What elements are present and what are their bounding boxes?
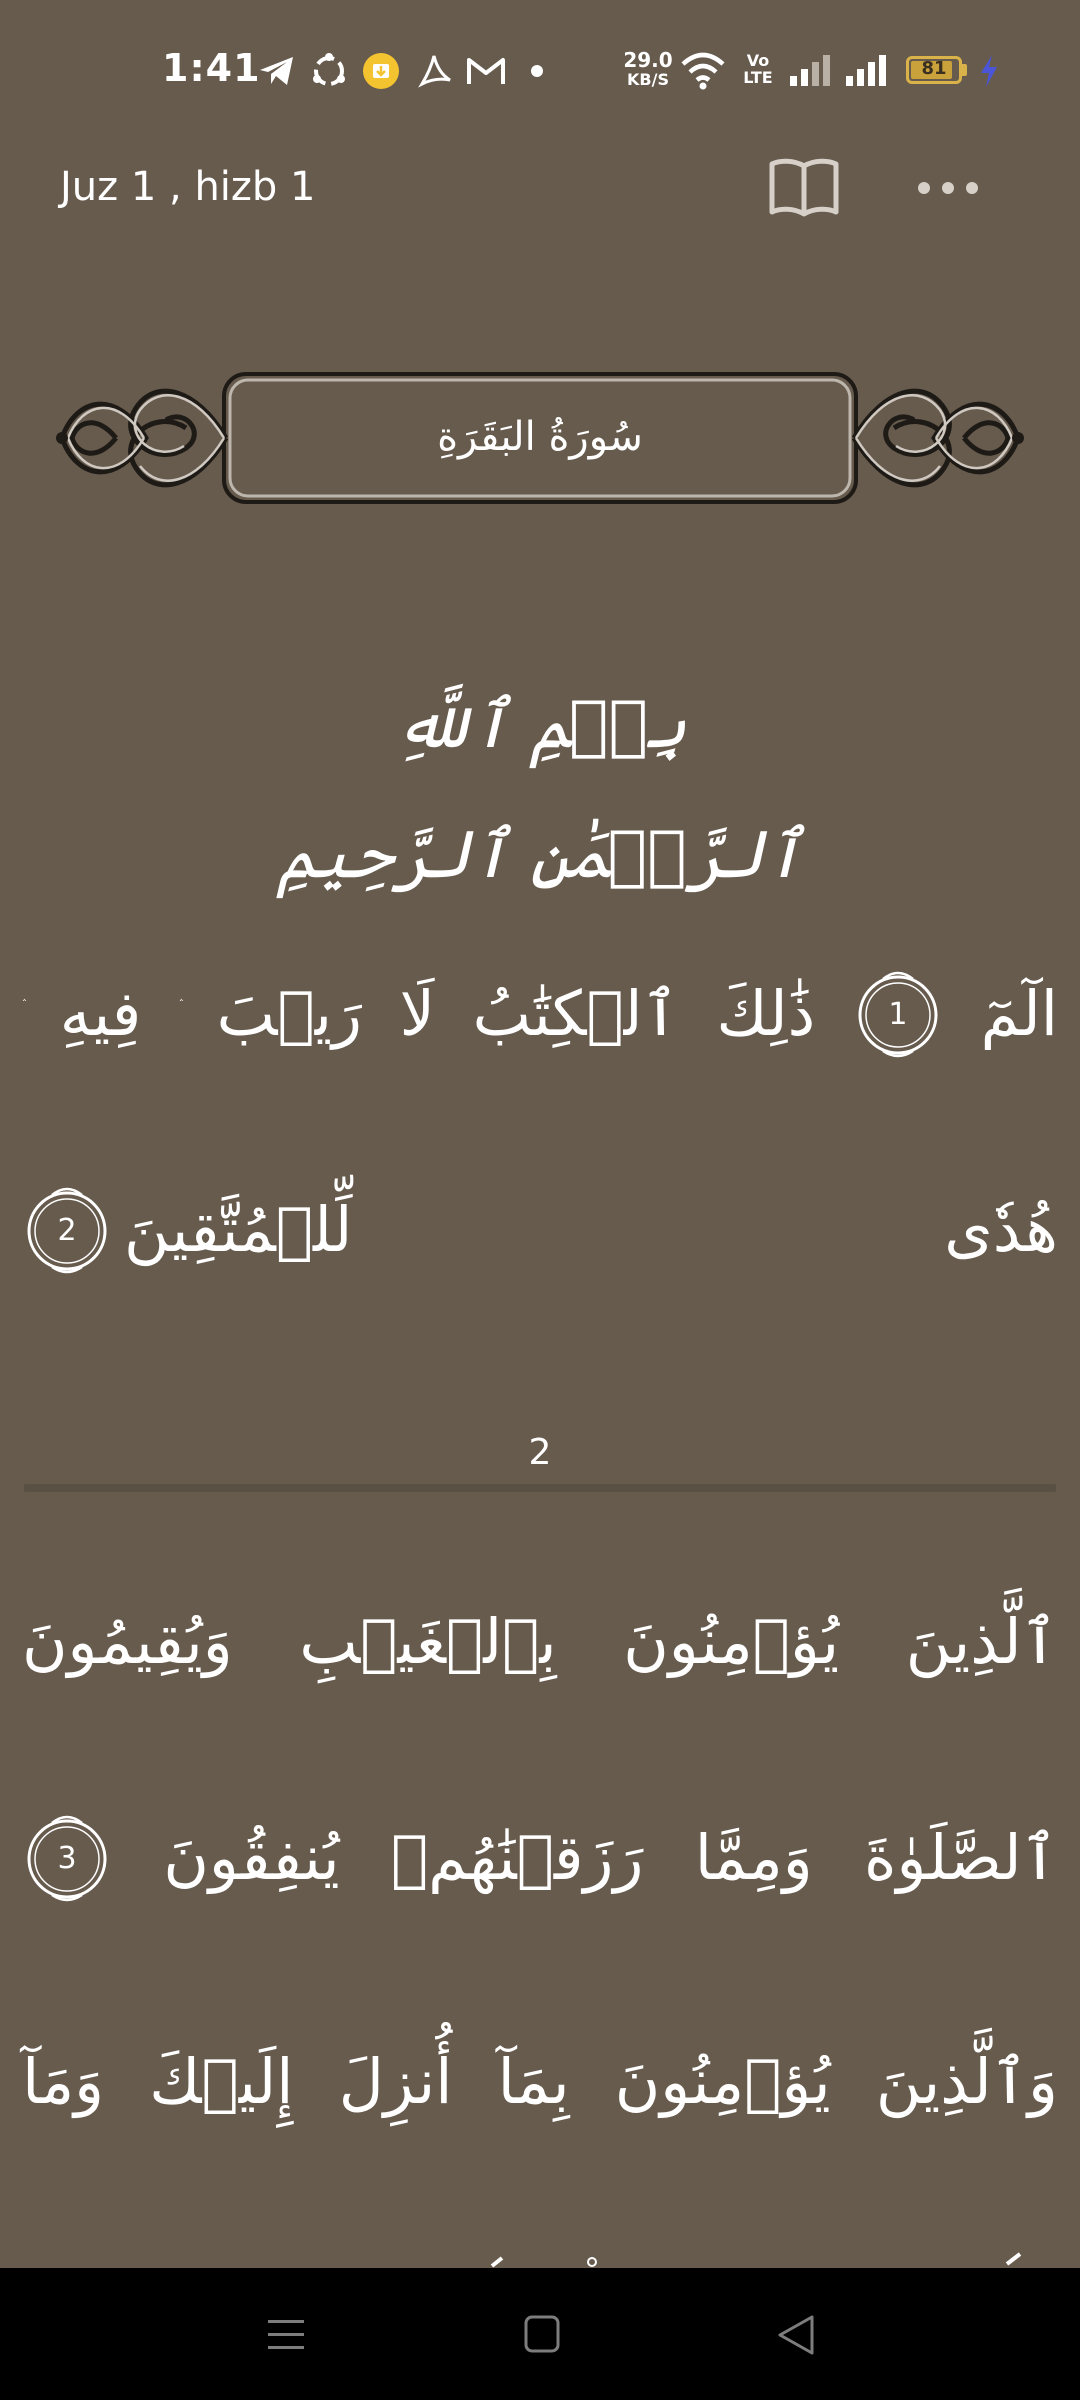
verse-word[interactable]: ٱلصَّلَوٰةَ — [864, 1821, 1058, 1894]
juz-hizb-title: Juz 1 , hizb 1 — [60, 164, 316, 210]
dot-icon — [531, 65, 543, 77]
ayah-number: 2 — [57, 1212, 77, 1248]
charging-icon — [981, 55, 997, 87]
battery-indicator: 81 — [906, 56, 962, 84]
verse-word[interactable]: وَٱلَّذِينَ — [876, 2045, 1058, 2118]
more-horizontal-icon — [918, 182, 978, 194]
verse-word[interactable]: أُنزِلَ — [339, 2045, 453, 2118]
verse-word[interactable]: بِٱلۡغَيۡبِ — [299, 1605, 556, 1678]
surah-name: سُورَةُ البَقَرَةِ — [437, 414, 643, 460]
battery-tip — [962, 64, 967, 76]
verse-line: ٱلصَّلَوٰةَ وَمِمَّا رَزَقۡنَٰهُمۡ يُنفِ… — [22, 1802, 1058, 1912]
verse-line: ٱلَّذِينَ يُؤۡمِنُونَ بِٱلۡغَيۡبِ وَيُقِ… — [22, 1586, 1058, 1696]
verse-line: وَٱلَّذِينَ يُؤۡمِنُونَ بِمَآ أُنزِلَ إِ… — [22, 2026, 1058, 2136]
ayah-end-marker[interactable]: 3 — [22, 1807, 112, 1907]
status-time: 1:41 — [162, 46, 261, 90]
more-options-button[interactable] — [910, 166, 986, 210]
volte-indicator: Vo LTE — [743, 51, 773, 87]
verse-word[interactable]: وَيُقِيمُونَ — [22, 1605, 233, 1678]
signal-icon — [790, 55, 830, 86]
partial-diacritics — [490, 2252, 1022, 2268]
network-speed: 29.0 KB/S — [622, 50, 674, 90]
verse-word[interactable]: بِمَآ — [498, 2045, 570, 2118]
back-button[interactable] — [758, 2300, 838, 2370]
verse-line: هُدٗى لِّلۡمُتَّقِينَ 2 — [22, 1174, 1058, 1284]
home-button[interactable] — [502, 2300, 582, 2370]
verse-word[interactable]: وَمِمَّا — [695, 1821, 813, 1894]
basmala-calligraphy: بِسۡمِ ٱللَّهِ ٱلرَّحۡمَٰنِ ٱلرَّحِيمِ — [277, 686, 803, 893]
gmail-icon — [467, 58, 505, 84]
net-speed-value: 29.0 — [623, 48, 673, 72]
verse-word[interactable]: لَا — [400, 977, 435, 1050]
verse-word[interactable]: ذَٰلِكَ — [717, 977, 816, 1050]
sync-icon — [313, 53, 345, 86]
menu-icon — [268, 2320, 304, 2349]
telegram-icon — [260, 57, 293, 85]
home-icon — [524, 2315, 560, 2353]
system-navigation-bar — [0, 2268, 1080, 2400]
ayah-end-marker[interactable]: 1 — [853, 963, 943, 1063]
verse-word[interactable]: الٓمٓ — [981, 977, 1058, 1050]
verse-word[interactable]: ٱلَّذِينَ — [906, 1605, 1058, 1678]
net-speed-unit: KB/S — [627, 70, 669, 89]
verse-word[interactable]: يُؤۡمِنُونَ — [615, 2045, 831, 2118]
verse-word[interactable]: لِّلۡمُتَّقِينَ — [124, 1193, 352, 1266]
verse-line: الٓمٓ 1 ذَٰلِكَ ٱلۡكِتَٰبُ لَا رَيۡبَ ۛ … — [22, 958, 1058, 1068]
status-bar: 1:41 29.0 KB/S Vo LTE 81 — [0, 0, 1080, 140]
ayah-end-marker[interactable]: 2 — [22, 1179, 112, 1279]
bookmark-index-button[interactable] — [766, 156, 842, 220]
open-book-icon — [769, 158, 839, 217]
ayah-number: 3 — [57, 1840, 77, 1876]
recent-apps-button[interactable] — [246, 2300, 326, 2370]
verse-word[interactable]: يُؤۡمِنُونَ — [623, 1605, 839, 1678]
page-divider — [24, 1484, 1056, 1492]
ayah-number: 1 — [888, 996, 908, 1032]
download-badge-icon — [363, 53, 399, 89]
verse-word[interactable]: فِيهِ — [60, 977, 142, 1050]
surah-header-banner: سُورَةُ البَقَرَةِ — [56, 368, 1024, 508]
verse-word[interactable]: إِلَيۡكَ — [149, 2045, 293, 2118]
verse-word[interactable]: رَزَقۡنَٰهُمۡ — [391, 1821, 643, 1894]
battery-level: 81 — [921, 58, 947, 79]
page-number: 2 — [528, 1432, 552, 1473]
verse-word[interactable]: يُنفِقُونَ — [163, 1821, 339, 1894]
next-line-partial — [22, 2236, 1058, 2268]
verse-word[interactable]: ٱلۡكِتَٰبُ — [473, 977, 679, 1050]
signal-icon — [846, 55, 886, 86]
verse-line-end: لِّلۡمُتَّقِينَ 2 — [22, 1179, 352, 1279]
wifi-icon — [681, 52, 725, 90]
acrobat-icon — [418, 55, 451, 88]
verse-word[interactable]: هُدٗى — [944, 1193, 1058, 1266]
back-icon — [778, 2315, 814, 2355]
verse-word[interactable]: وَمَآ — [22, 2045, 104, 2118]
verse-word[interactable]: رَيۡبَ — [217, 977, 362, 1050]
